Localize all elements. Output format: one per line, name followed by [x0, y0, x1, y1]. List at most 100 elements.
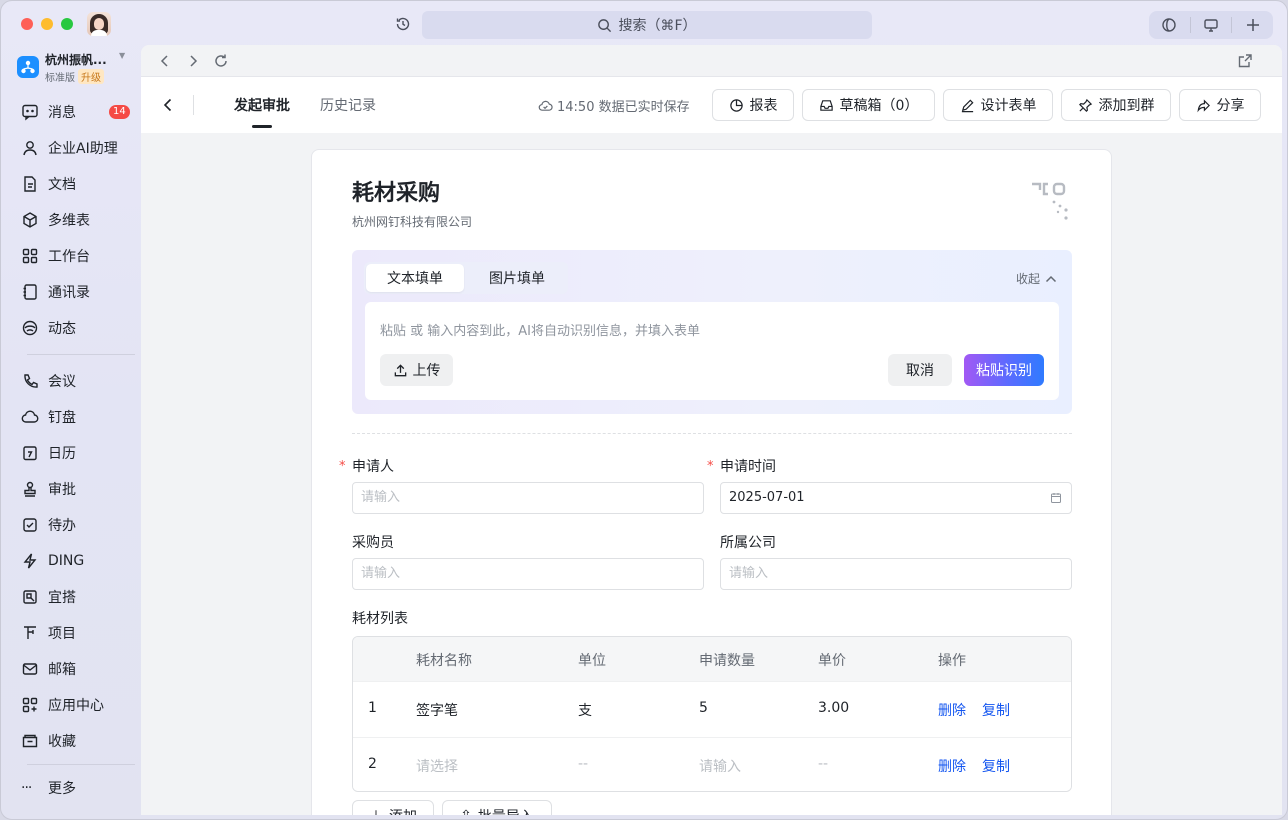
sidebar-item-project[interactable]: 项目 [11, 617, 131, 649]
consumables-table: 耗材名称 单位 申请数量 单价 操作 1 签字笔 支 5 3.00 删除 复制 [352, 636, 1072, 792]
sidebar-item-workbench[interactable]: 工作台 [11, 240, 131, 272]
back-icon[interactable] [157, 53, 173, 69]
header-divider [193, 95, 194, 115]
copy-row-button[interactable]: 复制 [982, 700, 1010, 720]
back-button[interactable] [159, 96, 177, 114]
todo-icon [23, 518, 37, 532]
batch-import-button[interactable]: ⇧ 批量导入 [442, 800, 552, 815]
org-logo-icon [17, 56, 39, 78]
screen-share-button[interactable] [1191, 11, 1232, 39]
yida-icon [23, 590, 37, 604]
sidebar-item-more[interactable]: ··· 更多 [11, 772, 131, 804]
sidebar-item-label: 收藏 [48, 734, 76, 750]
sidebar-item-calendar[interactable]: 日历 [11, 437, 131, 469]
upload-button[interactable]: 上传 [380, 354, 453, 386]
tab-text-fill[interactable]: 文本填单 [366, 264, 464, 292]
applicant-label: 申请人 [352, 459, 394, 475]
applicant-input[interactable]: 请输入 [352, 482, 704, 514]
sidebar-item-contacts[interactable]: 通讯录 [11, 276, 131, 308]
share-button[interactable]: 分享 [1179, 89, 1261, 121]
sidebar-item-label: 动态 [48, 321, 76, 337]
sidebar-item-ding[interactable]: DING [11, 545, 131, 577]
meeting-icon [24, 374, 38, 388]
open-external-icon[interactable] [1237, 53, 1253, 69]
quantity-input[interactable]: 5 [699, 700, 708, 716]
sidebar-item-moments[interactable]: 动态 [11, 312, 131, 344]
sidebar-item-label: 待办 [48, 518, 76, 534]
workbench-icon [22, 248, 38, 264]
tab-history[interactable]: 历史记录 [320, 95, 376, 115]
sidebar-item-meeting[interactable]: 会议 [11, 365, 131, 397]
chevron-up-icon [1045, 275, 1057, 282]
sidebar-item-app-center[interactable]: 应用中心 [11, 689, 131, 721]
column-header: 申请数量 [699, 653, 755, 669]
apply-time-value: 2025-07-01 [729, 490, 805, 505]
item-name-select[interactable]: 请选择 [416, 756, 458, 776]
cancel-button[interactable]: 取消 [888, 354, 952, 386]
upgrade-badge[interactable]: 升级 [78, 69, 104, 84]
document-icon [24, 176, 36, 192]
edit-icon [961, 98, 974, 112]
ai-paste-box[interactable]: 粘贴 或 输入内容到此，AI将自动识别信息，并填入表单 上传 取消 粘贴识别 [365, 302, 1059, 400]
qr-code-icon[interactable] [1030, 180, 1070, 220]
tab-image-fill[interactable]: 图片填单 [468, 264, 566, 292]
apply-time-label: 申请时间 [720, 459, 776, 475]
add-row-button[interactable]: ＋ 添加 [352, 800, 434, 815]
org-switcher[interactable]: 杭州振帆... ▼ 标准版 升级 [17, 49, 129, 85]
project-icon [24, 626, 36, 639]
ai-paste-placeholder[interactable]: 粘贴 或 输入内容到此，AI将自动识别信息，并填入表单 [380, 320, 700, 339]
sidebar-item-mail[interactable]: 邮箱 [11, 653, 131, 685]
sidebar-item-messages[interactable]: 消息 14 [11, 96, 131, 128]
column-header: 单价 [818, 653, 846, 669]
app-window: 搜索（⌘F） 杭州振帆... ▼ 标准版 升级 消息 14 企业AI助理 文档 … [0, 0, 1288, 820]
search-bar[interactable]: 搜索（⌘F） [422, 11, 872, 39]
sidebar-item-ai-assistant[interactable]: 企业AI助理 [11, 132, 131, 164]
delete-row-button[interactable]: 删除 [938, 700, 966, 720]
add-to-group-button[interactable]: 添加到群 [1061, 89, 1171, 121]
maximize-window-button[interactable] [61, 18, 73, 30]
ai-fill-tabs: 文本填单 图片填单 [364, 262, 568, 294]
consumables-table-title: 耗材列表 [352, 611, 408, 627]
sidebar-divider [27, 354, 135, 355]
quantity-input[interactable]: 请输入 [699, 756, 741, 776]
close-window-button[interactable] [21, 18, 33, 30]
apply-time-input[interactable]: 2025-07-01 [720, 482, 1072, 514]
drafts-button[interactable]: 草稿箱（0） [802, 89, 935, 121]
sidebar-item-label: 会议 [48, 374, 76, 390]
buyer-label: 采购员 [352, 535, 394, 551]
add-row-label: 添加 [389, 806, 417, 815]
form-content-area: 耗材采购 杭州网钉科技有限公司 文本填单 图片填单 收起 粘贴 或 输入内容到此… [141, 133, 1282, 815]
forward-icon[interactable] [185, 53, 201, 69]
add-button[interactable] [1232, 11, 1273, 39]
minimize-window-button[interactable] [41, 18, 53, 30]
more-icon: ··· [21, 780, 32, 796]
sidebar-item-label: 消息 [48, 105, 76, 121]
sidebar-item-yida[interactable]: 宜搭 [11, 581, 131, 613]
delete-row-button[interactable]: 删除 [938, 756, 966, 776]
tab-start-approval[interactable]: 发起审批 [234, 95, 290, 115]
cloud-drive-icon [21, 410, 39, 423]
company-input[interactable]: 请输入 [720, 558, 1072, 590]
collapse-button[interactable]: 收起 [1016, 270, 1058, 287]
sidebar-item-approval[interactable]: 审批 [11, 473, 131, 505]
history-icon[interactable] [395, 16, 411, 32]
sidebar-item-favorites[interactable]: 收藏 [11, 725, 131, 757]
assistant-button[interactable] [1149, 11, 1190, 39]
contacts-icon [23, 284, 37, 300]
avatar[interactable] [87, 12, 111, 36]
sidebar-item-label: 宜搭 [48, 590, 76, 606]
column-header: 单位 [578, 653, 606, 669]
sidebar-item-todo[interactable]: 待办 [11, 509, 131, 541]
buyer-input[interactable]: 请输入 [352, 558, 704, 590]
assistant-icon [1162, 18, 1177, 32]
cloud-saved-icon [538, 100, 553, 111]
sidebar-item-docs[interactable]: 文档 [11, 168, 131, 200]
refresh-icon[interactable] [213, 53, 229, 69]
sidebar-item-cloud-drive[interactable]: 钉盘 [11, 401, 131, 433]
paste-recognize-button[interactable]: 粘贴识别 [964, 354, 1044, 386]
design-form-button[interactable]: 设计表单 [943, 89, 1053, 121]
copy-row-button[interactable]: 复制 [982, 756, 1010, 776]
sidebar-item-multi-table[interactable]: 多维表 [11, 204, 131, 236]
report-button[interactable]: 报表 [712, 89, 794, 121]
item-name-select[interactable]: 签字笔 [416, 700, 458, 720]
